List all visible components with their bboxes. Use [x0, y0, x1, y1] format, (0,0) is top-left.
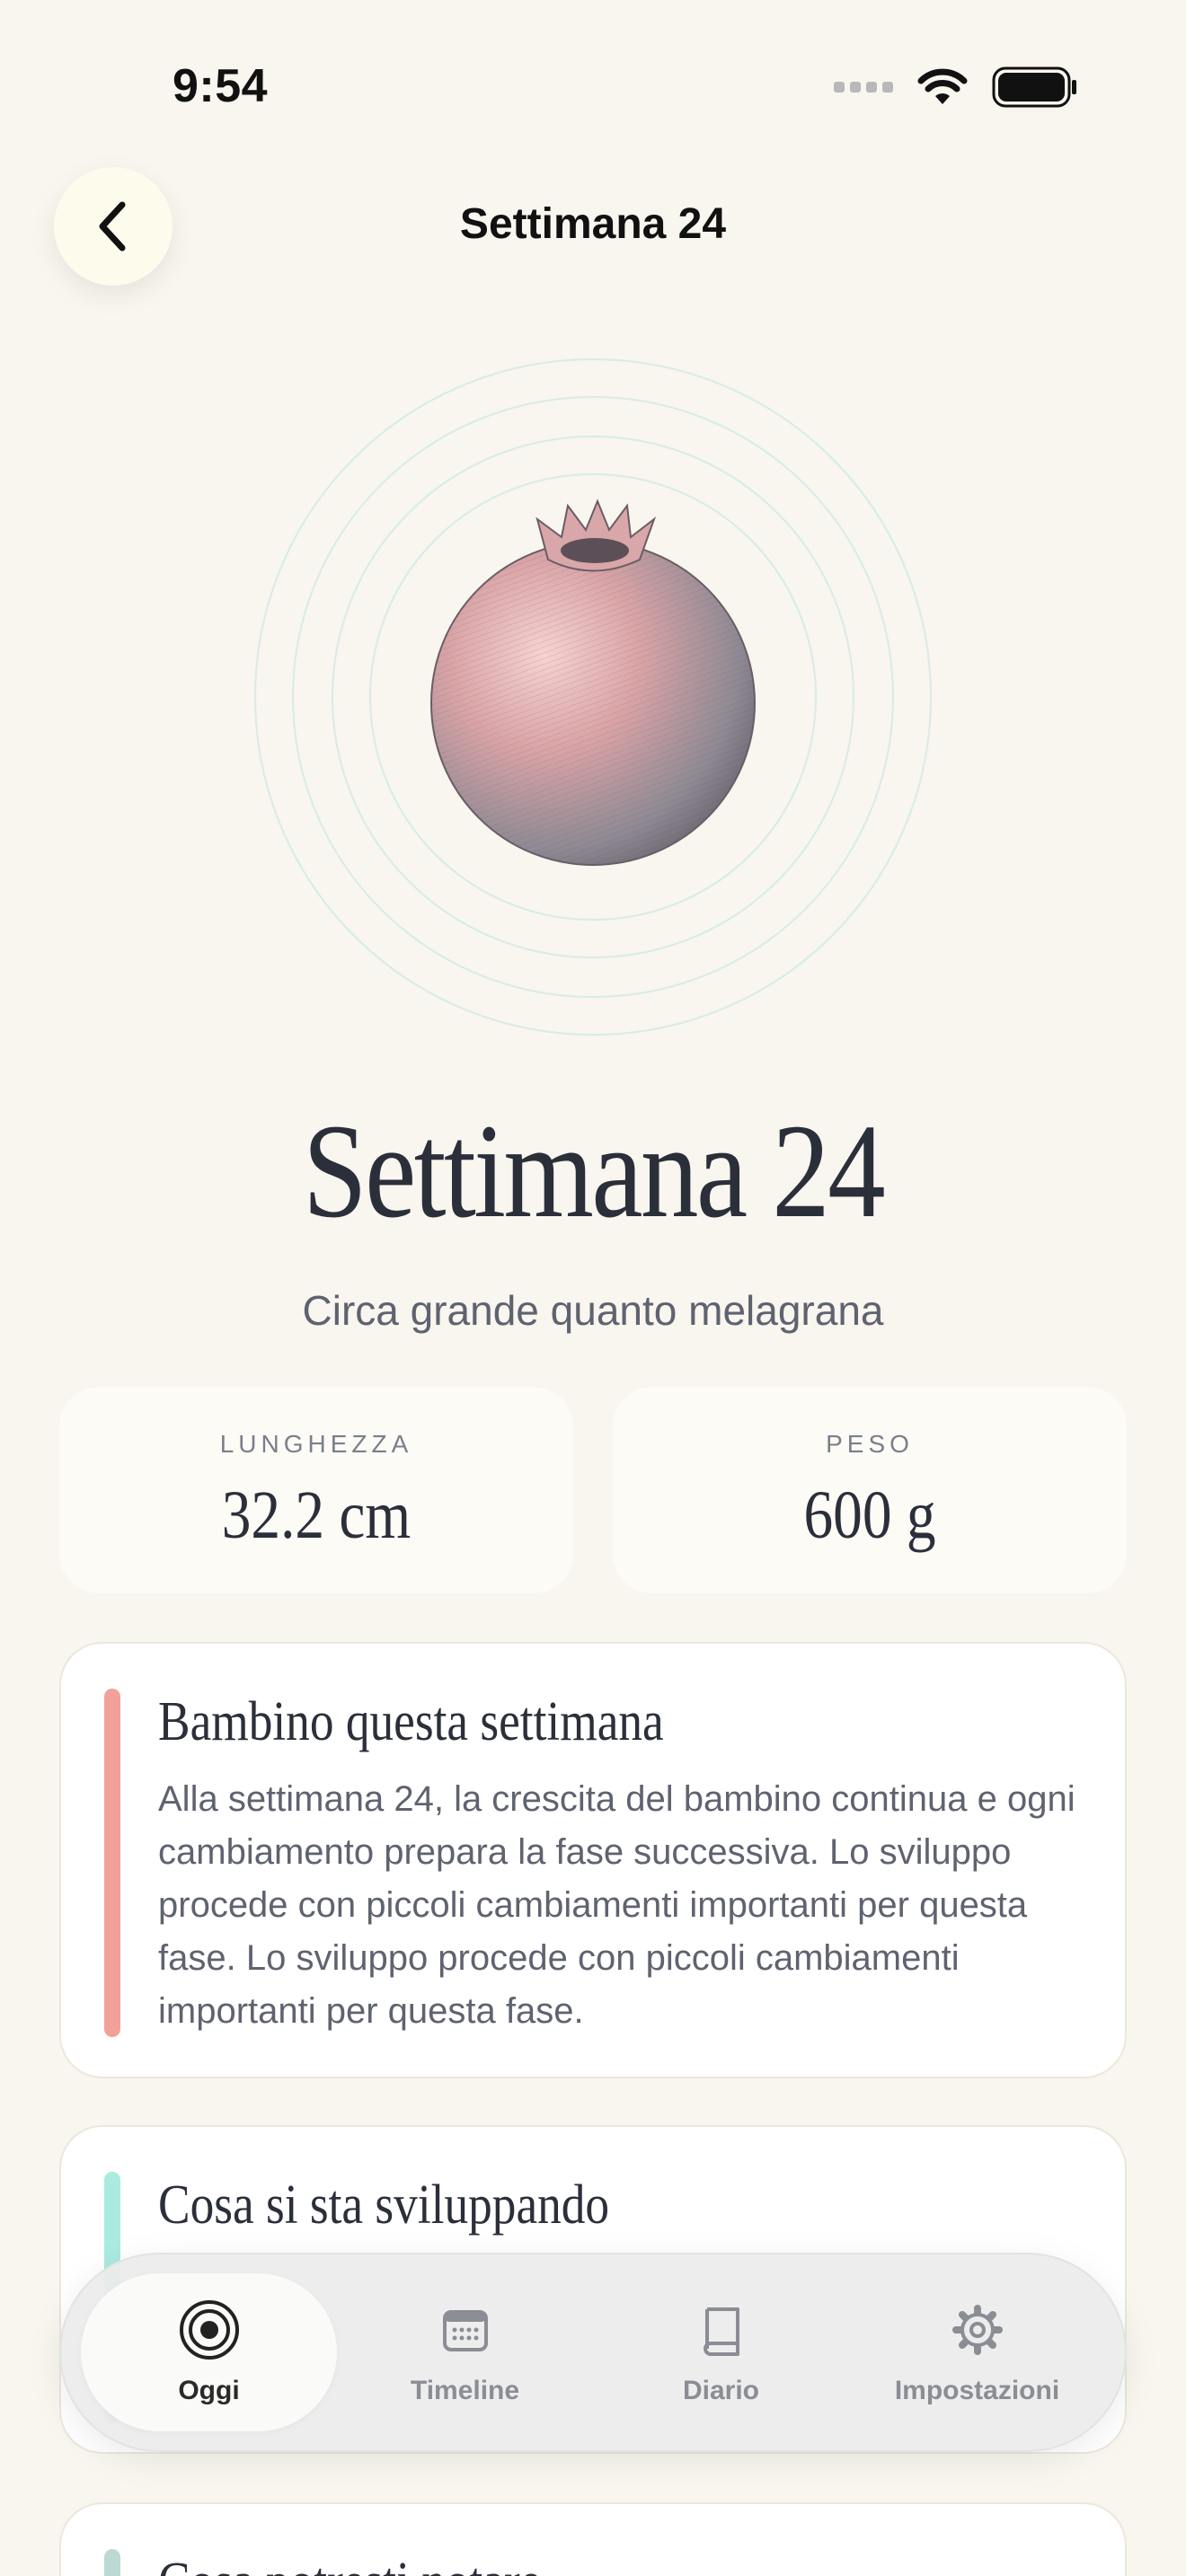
- calendar-icon: [434, 2298, 497, 2361]
- weight-label: PESO: [826, 1430, 914, 1458]
- card-title: Cosa si sta sviluppando: [158, 2175, 610, 2236]
- hero-illustration: [252, 357, 934, 1040]
- size-comparison: Circa grande quanto melagrana: [302, 1287, 884, 1334]
- tab-label: Timeline: [410, 2376, 520, 2405]
- target-icon: [178, 2298, 241, 2361]
- length-value: 32.2 cm: [221, 1478, 412, 1553]
- you-may-notice-card: Cosa potresti notare: [59, 2502, 1127, 2576]
- tab-bar: Oggi Timeline Diario Impostazioni: [59, 2253, 1127, 2452]
- tab-impostazioni[interactable]: Impostazioni: [849, 2273, 1105, 2431]
- battery-icon: [992, 66, 1076, 108]
- tab-diario[interactable]: Diario: [593, 2273, 849, 2431]
- nav-title: Settimana 24: [459, 200, 727, 248]
- accent-bar: [104, 1689, 120, 2037]
- gear-icon: [946, 2298, 1009, 2361]
- cellular-signal-icon: [834, 82, 893, 93]
- length-label: LUNGHEZZA: [219, 1430, 413, 1458]
- baby-this-week-card: Bambino questa settimana Alla settimana …: [59, 1642, 1127, 2078]
- wifi-icon: [917, 68, 968, 104]
- status-icons: [834, 66, 1078, 108]
- book-icon: [690, 2298, 753, 2361]
- weight-card: PESO 600 g: [613, 1387, 1127, 1593]
- card-title: Bambino questa settimana: [158, 1691, 664, 1752]
- week-title: Settimana 24: [302, 1097, 886, 1246]
- card-title: Cosa potresti notare: [158, 2551, 541, 2576]
- weight-value: 600 g: [803, 1478, 936, 1553]
- status-time: 9:54: [173, 60, 269, 112]
- tab-label: Oggi: [178, 2376, 240, 2405]
- card-body: Alla settimana 24, la crescita del bambi…: [158, 1779, 1075, 2031]
- tab-label: Diario: [682, 2376, 760, 2405]
- length-card: LUNGHEZZA 32.2 cm: [59, 1387, 573, 1593]
- tab-label: Impostazioni: [894, 2376, 1060, 2405]
- tab-timeline[interactable]: Timeline: [337, 2273, 593, 2431]
- pomegranate-illustration: [254, 358, 932, 1036]
- accent-bar: [104, 2549, 120, 2576]
- tab-oggi[interactable]: Oggi: [81, 2273, 337, 2431]
